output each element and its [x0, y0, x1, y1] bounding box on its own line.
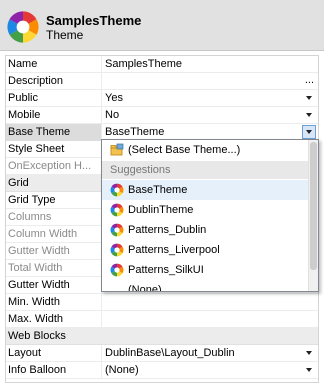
color-wheel-icon	[110, 243, 124, 257]
property-label: Mobile	[6, 107, 102, 124]
page-subtitle: Theme	[46, 28, 84, 42]
property-label: Gutter Width	[6, 243, 102, 260]
info-balloon-select[interactable]: (None)	[103, 362, 318, 379]
description-ellipsis-button[interactable]: ...	[305, 73, 314, 88]
browse-folder-icon	[110, 143, 124, 156]
name-value[interactable]: SamplesTheme	[103, 56, 318, 73]
dropdown-option[interactable]: Patterns_Liverpool	[102, 240, 308, 260]
option-label: BaseTheme	[128, 184, 188, 196]
property-label: Description	[6, 73, 102, 90]
min-width-value[interactable]	[103, 294, 318, 311]
dropdown-option[interactable]: BaseTheme	[102, 180, 308, 200]
property-label: Min. Width	[6, 294, 102, 311]
property-row-layout[interactable]: Layout DublinBase\Layout_Dublin	[6, 345, 318, 362]
base-theme-dropdown[interactable]: (Select Base Theme...) Suggestions BaseT…	[101, 139, 319, 292]
property-label: Columns	[6, 209, 102, 226]
property-label: Base Theme	[6, 124, 102, 141]
color-wheel-icon	[110, 263, 124, 277]
chevron-down-icon[interactable]	[306, 368, 312, 372]
property-label: Layout	[6, 345, 102, 362]
dropdown-option[interactable]: DublinTheme	[102, 200, 308, 220]
property-label: Public	[6, 90, 102, 107]
property-label: Column Width	[6, 226, 102, 243]
dropdown-scrollbar[interactable]	[308, 140, 318, 291]
property-label: Name	[6, 56, 102, 73]
property-row-name[interactable]: Name SamplesTheme	[6, 56, 318, 73]
color-wheel-icon	[110, 203, 124, 217]
option-label: (None)	[128, 284, 162, 292]
chevron-down-icon	[306, 130, 312, 134]
color-wheel-icon	[7, 11, 39, 43]
property-label: Info Balloon	[6, 362, 102, 379]
option-label: Patterns_SilkUI	[128, 264, 204, 276]
chevron-down-icon[interactable]	[306, 351, 312, 355]
dropdown-option[interactable]: Patterns_Dublin	[102, 220, 308, 240]
mobile-select[interactable]: No	[103, 107, 318, 124]
base-theme-dropdown-button[interactable]	[302, 125, 316, 139]
property-label: Max. Width	[6, 311, 102, 328]
property-label: Grid Type	[6, 192, 102, 209]
property-row-min-width[interactable]: Min. Width	[6, 294, 318, 311]
chevron-down-icon[interactable]	[306, 113, 312, 117]
property-row-description[interactable]: Description ...	[6, 73, 318, 90]
property-label: OnException H...	[6, 158, 102, 175]
property-label: Total Width	[6, 260, 102, 277]
option-label: Patterns_Liverpool	[128, 244, 220, 256]
header: SamplesTheme Theme	[0, 0, 324, 51]
property-label: Style Sheet	[6, 141, 102, 158]
select-base-theme-label: (Select Base Theme...)	[128, 144, 241, 156]
select-base-theme-option[interactable]: (Select Base Theme...)	[102, 140, 308, 160]
dropdown-option[interactable]: Patterns_SilkUI	[102, 260, 308, 280]
property-row-max-width[interactable]: Max. Width	[6, 311, 318, 328]
category-label: Web Blocks	[8, 330, 66, 342]
max-width-value[interactable]	[103, 311, 318, 328]
property-row-public[interactable]: Public Yes	[6, 90, 318, 107]
layout-select[interactable]: DublinBase\Layout_Dublin	[103, 345, 318, 362]
chevron-down-icon[interactable]	[306, 96, 312, 100]
property-row-info-balloon[interactable]: Info Balloon (None)	[6, 362, 318, 379]
category-web-blocks[interactable]: Web Blocks	[6, 328, 318, 345]
dropdown-option[interactable]: (None)	[102, 280, 308, 292]
option-label: DublinTheme	[128, 204, 194, 216]
public-select[interactable]: Yes	[103, 90, 318, 107]
description-value[interactable]	[103, 73, 318, 90]
suggestions-header: Suggestions	[102, 161, 308, 179]
scrollbar-thumb[interactable]	[310, 142, 317, 270]
color-wheel-icon	[110, 223, 124, 237]
property-label: Gutter Width	[6, 277, 102, 294]
property-row-mobile[interactable]: Mobile No	[6, 107, 318, 124]
color-wheel-icon	[110, 183, 124, 197]
page-title: SamplesTheme	[46, 13, 142, 28]
option-label: Patterns_Dublin	[128, 224, 207, 236]
